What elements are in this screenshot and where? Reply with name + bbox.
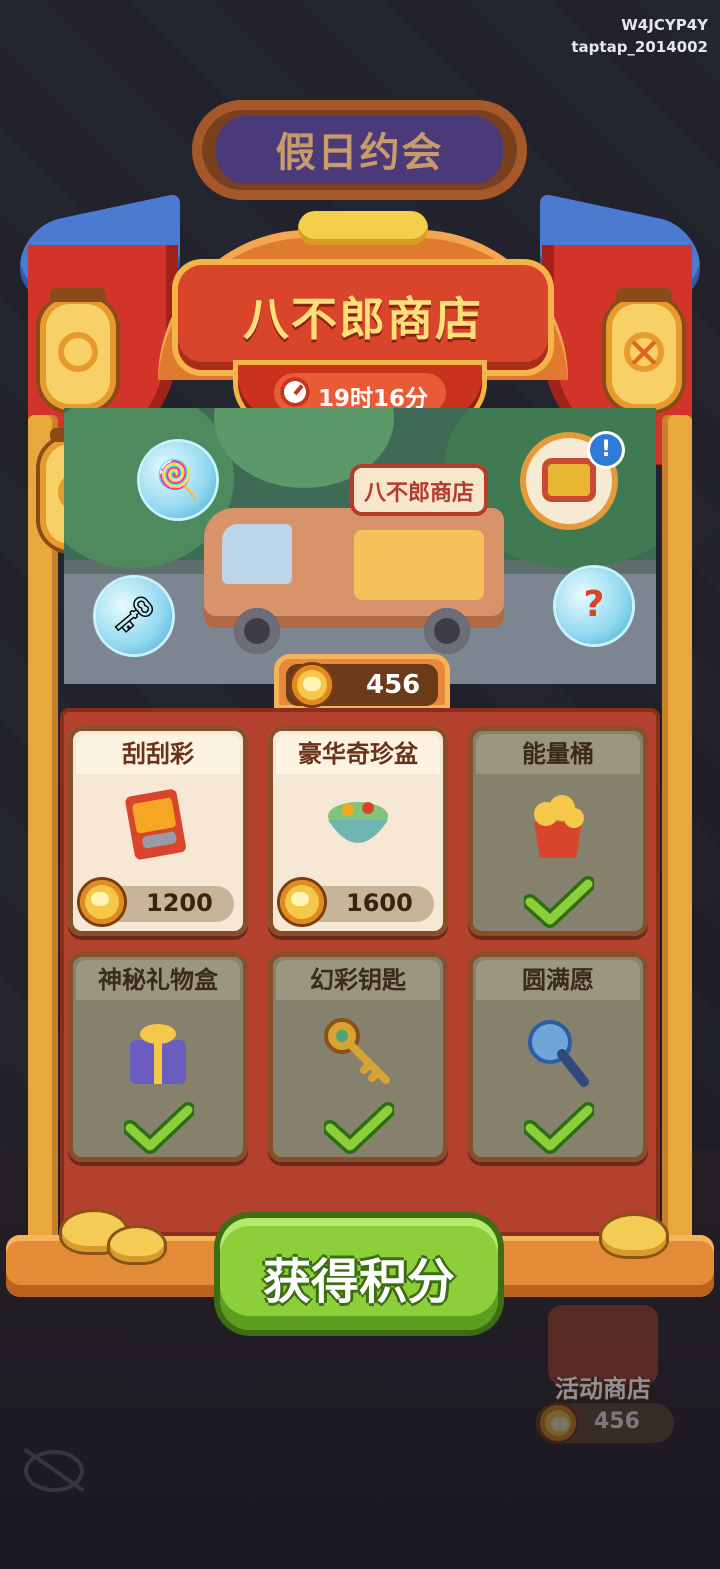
item-name: 豪华奇珍盆 [276, 734, 440, 774]
item-name: 能量桶 [476, 734, 640, 774]
shop-item-grid: 刮刮彩 1200 豪华奇珍盆 1600 能量桶 神秘礼物盒 幻彩钥匙 圆满愿 [60, 708, 660, 1236]
watermark-line-2: taptap_2014002 [571, 38, 708, 56]
item-name: 幻彩钥匙 [276, 960, 440, 1000]
shop-scene: 八不郎商店 🍭 🗝 ? ! [64, 408, 656, 684]
owned-check-icon [124, 1102, 194, 1154]
wheel [424, 608, 470, 654]
close-button[interactable]: ✕ [606, 288, 682, 410]
mystery-card-icon[interactable]: ? [556, 568, 632, 644]
truck-sign-text: 八不郎商店 [363, 481, 474, 506]
gift-box-icon [130, 1024, 186, 1084]
lantern-icon [40, 288, 116, 410]
gold-ingot-icon [602, 1216, 666, 1256]
get-points-label: 获得积分 [262, 1254, 455, 1310]
shop-item-scratch-card[interactable]: 刮刮彩 1200 [68, 726, 248, 936]
shop-title: 八不郎商店 [243, 292, 483, 346]
food-truck: 八不郎商店 [204, 468, 504, 654]
background-banner: 假日约会 [192, 100, 527, 200]
price-tag: 1200 [80, 880, 234, 924]
coin-icon [80, 880, 124, 924]
shop-item-rainbow-key[interactable]: 幻彩钥匙 [268, 952, 448, 1162]
energy-bucket-icon [534, 795, 584, 858]
shop-title-plate: 八不郎商店 [178, 265, 548, 370]
gold-ingot-icon [110, 1228, 164, 1262]
lollipop-icon[interactable]: 🍭 [140, 442, 216, 518]
item-price: 1200 [146, 889, 213, 917]
crest-ornament [298, 211, 428, 245]
item-name: 神秘礼物盒 [76, 960, 240, 1000]
wish-wand-icon [528, 1020, 589, 1087]
item-name: 圆满愿 [476, 960, 640, 1000]
truck-sign: 八不郎商店 [354, 468, 484, 512]
currency-value: 456 [366, 670, 421, 700]
shop-item-deluxe-bowl[interactable]: 豪华奇珍盆 1600 [268, 726, 448, 936]
owned-check-icon [524, 1102, 594, 1154]
shop-item-mystery-gift-box[interactable]: 神秘礼物盒 [68, 952, 248, 1162]
price-tag: 1600 [280, 880, 434, 924]
pillar-right [662, 415, 692, 1245]
item-name: 刮刮彩 [76, 734, 240, 774]
owned-check-icon [524, 876, 594, 928]
stall-counter [354, 530, 484, 600]
treasure-bowl-icon [328, 802, 388, 843]
gift-icon [542, 458, 596, 502]
key-icon[interactable]: 🗝 [96, 578, 172, 654]
get-points-button[interactable]: 获得积分 [220, 1218, 498, 1330]
close-icon: ✕ [626, 329, 662, 378]
shop-item-energy-bucket[interactable]: 能量桶 [468, 726, 648, 936]
background-banner-title: 假日约会 [275, 130, 444, 176]
currency-display: 456 [274, 654, 450, 710]
key-icon [324, 1018, 390, 1084]
item-price: 1600 [346, 889, 413, 917]
owned-check-icon [324, 1102, 394, 1154]
coin-icon [292, 665, 332, 705]
treasure-box-icon[interactable]: ! [526, 434, 622, 524]
alert-badge: ! [590, 434, 622, 466]
wheel [234, 608, 280, 654]
coin-icon [280, 880, 324, 924]
clock-icon [280, 377, 310, 407]
scratch-card-icon [125, 789, 186, 860]
shop-item-wish-charm[interactable]: 圆满愿 [468, 952, 648, 1162]
watermark: W4JCYP4Y taptap_2014002 [571, 14, 708, 58]
watermark-line-1: W4JCYP4Y [621, 16, 708, 34]
